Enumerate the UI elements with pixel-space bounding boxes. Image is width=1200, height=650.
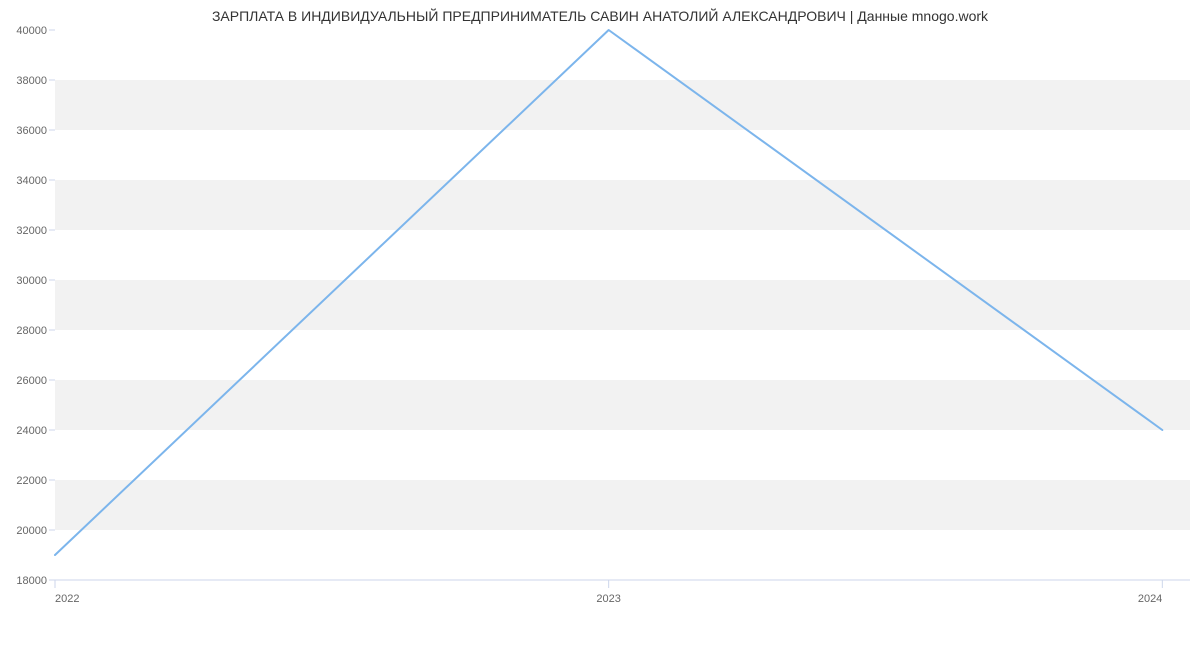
plot-band	[55, 280, 1190, 330]
x-tick-label: 2022	[55, 593, 79, 605]
y-tick-label: 32000	[16, 225, 47, 237]
plot-band	[55, 80, 1190, 130]
y-tick-label: 38000	[16, 75, 47, 87]
y-tick-label: 20000	[16, 525, 47, 537]
y-tick-label: 34000	[16, 175, 47, 187]
y-tick-label: 26000	[16, 375, 47, 387]
x-tick-label: 2023	[596, 593, 620, 605]
chart-container: ЗАРПЛАТА В ИНДИВИДУАЛЬНЫЙ ПРЕДПРИНИМАТЕЛ…	[0, 0, 1200, 650]
chart-svg: 18000 20000 22000 24000 26000 28000 30000 32000…	[0, 0, 1200, 650]
y-tick-label: 40000	[16, 25, 47, 37]
y-tick-label: 22000	[16, 475, 47, 487]
plot-band	[55, 180, 1190, 230]
y-tick-label: 24000	[16, 425, 47, 437]
y-tick-label: 36000	[16, 125, 47, 137]
y-tick-label: 28000	[16, 325, 47, 337]
x-tick-label: 2024	[1138, 593, 1162, 605]
plot-band	[55, 480, 1190, 530]
chart-title: ЗАРПЛАТА В ИНДИВИДУАЛЬНЫЙ ПРЕДПРИНИМАТЕЛ…	[0, 8, 1200, 24]
plot-band	[55, 380, 1190, 430]
y-tick-label: 30000	[16, 275, 47, 287]
y-tick-label: 18000	[16, 575, 47, 587]
